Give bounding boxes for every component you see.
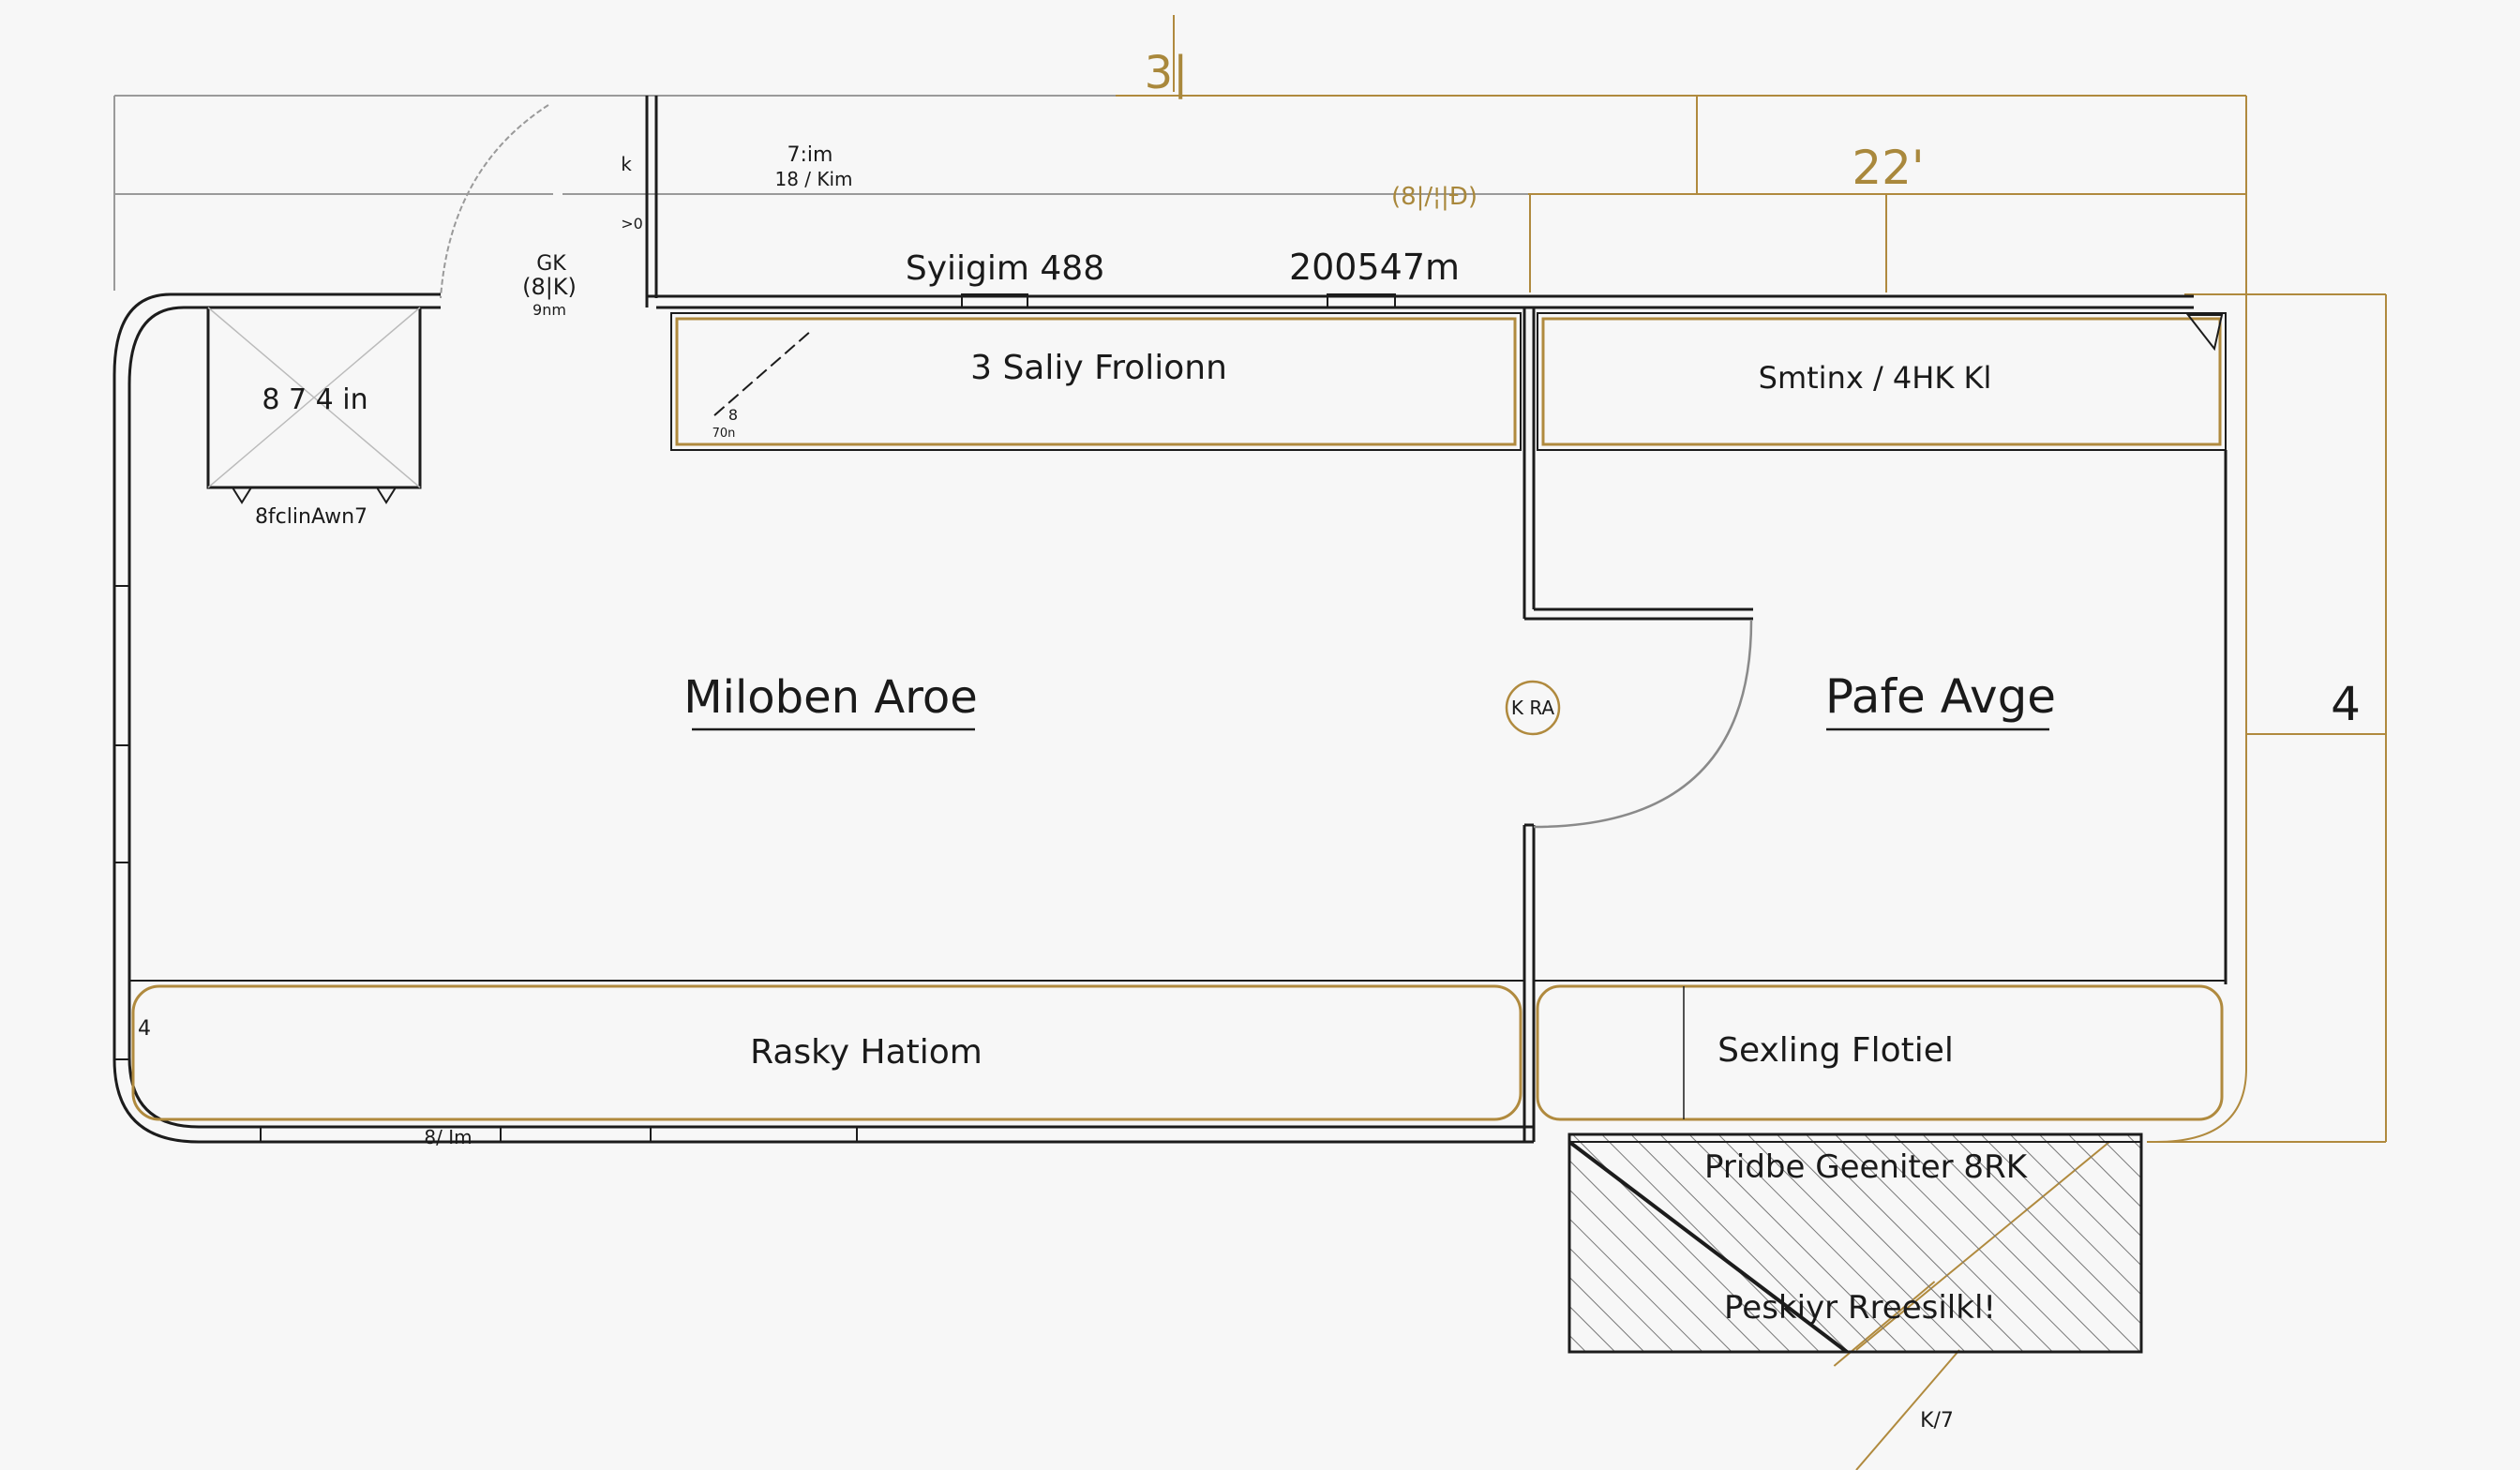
dim-top-small-2: 18 / Kim (774, 168, 852, 190)
center-marker-label: K RA (1511, 697, 1555, 719)
window-label-left: Syiigim 488 (906, 249, 1104, 288)
counter-top-right-label: Smtinx / 4HK Kl (1759, 360, 1992, 396)
dim-corner-small: 4 (138, 1017, 151, 1041)
dim-bottom-leader: K/7 (1920, 1409, 1954, 1432)
hatch-top-label: Pridbe Geeniter 8RK (1704, 1148, 2029, 1186)
counter-bottom-left-label: Rasky Hatiom (750, 1033, 982, 1072)
dim-diag-small-2: 70n (712, 427, 736, 441)
dim-gk-2: (8|K) (522, 274, 577, 300)
dim-side-small-1: k (621, 153, 632, 175)
window-label-right: 200547m (1289, 247, 1460, 288)
dim-right-upper: 22' (1852, 141, 1924, 195)
closet-sub-label: 8fclinAwn7 (255, 505, 368, 529)
dim-bottom-small: 8/ Im (424, 1126, 472, 1148)
dim-top: 3| (1145, 47, 1189, 99)
hatch-bottom-label: Peskiyr Rreesilkl! (1724, 1289, 1996, 1327)
dim-right-side: 4 (2331, 677, 2361, 731)
dim-gk-3: 9nm (532, 301, 566, 319)
counter-bottom-right-label: Sexling Flotiel (1718, 1031, 1954, 1070)
counter-top-left-label: 3 Saliy Frolionn (970, 349, 1227, 387)
closet-label: 8 7 4 in (262, 383, 368, 416)
room-left-label: Miloben Aroe (683, 671, 978, 724)
dim-top-small-1: 7:im (788, 143, 833, 167)
dim-gk-1: GK (536, 252, 566, 276)
dim-mid-gold: (8|/¦|Đ) (1391, 183, 1478, 211)
dim-diag-small-1: 8 (728, 406, 738, 424)
room-right-label: Pafe Avge (1825, 669, 2056, 724)
floor-plan: K RA 3| 22' 4 (8|/¦|Đ) 7:im 18 / Kim GK … (112, 15, 2387, 1470)
dim-side-small-2: >0 (621, 215, 643, 232)
interior-partition (1522, 308, 1753, 1142)
